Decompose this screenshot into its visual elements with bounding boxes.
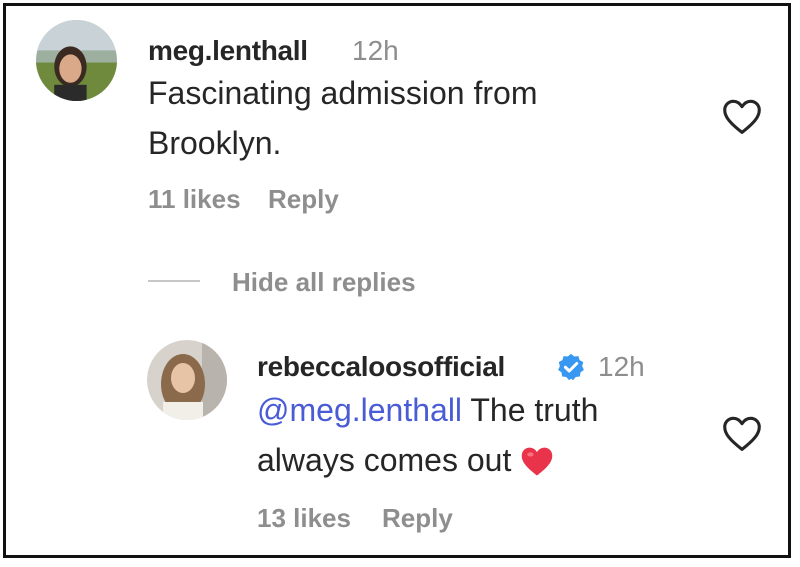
reply-text-line-1: @meg.lenthall The truth xyxy=(257,385,598,435)
avatar-meg-lenthall[interactable] xyxy=(36,20,117,101)
reply-text-line-2-content: always comes out xyxy=(257,442,512,478)
reply-username[interactable]: rebeccaloosofficial xyxy=(257,351,505,383)
reply-likes-count[interactable]: 13 likes xyxy=(257,503,351,534)
hide-replies-button[interactable]: Hide all replies xyxy=(232,267,416,298)
comment-text-line-2: Brooklyn. xyxy=(148,125,282,161)
comment-text: Fascinating admission from Brooklyn. xyxy=(148,68,537,168)
comment-text-line-1: Fascinating admission from xyxy=(148,75,538,111)
replies-divider xyxy=(148,280,200,282)
reply-text: @meg.lenthall The truth always comes out xyxy=(257,385,598,485)
comment-reply-button[interactable]: Reply xyxy=(268,184,339,215)
comment-username[interactable]: meg.lenthall xyxy=(148,35,308,67)
heart-outline-icon[interactable] xyxy=(721,414,763,452)
comment-time: 12h xyxy=(352,35,399,66)
reply-text-rest: The truth xyxy=(462,392,599,428)
reply-reply-button[interactable]: Reply xyxy=(382,503,453,534)
avatar-rebeccaloosofficial[interactable] xyxy=(147,340,227,420)
reply-text-line-2: always comes out xyxy=(257,435,598,485)
mention-link[interactable]: @meg.lenthall xyxy=(257,392,462,428)
red-heart-emoji xyxy=(522,447,553,476)
avatar-image xyxy=(36,20,117,101)
avatar-image xyxy=(147,340,227,420)
verified-badge-icon xyxy=(558,353,584,381)
comment-likes-count[interactable]: 11 likes xyxy=(148,184,241,215)
reply-time: 12h xyxy=(598,351,645,382)
heart-outline-icon[interactable] xyxy=(721,97,763,135)
